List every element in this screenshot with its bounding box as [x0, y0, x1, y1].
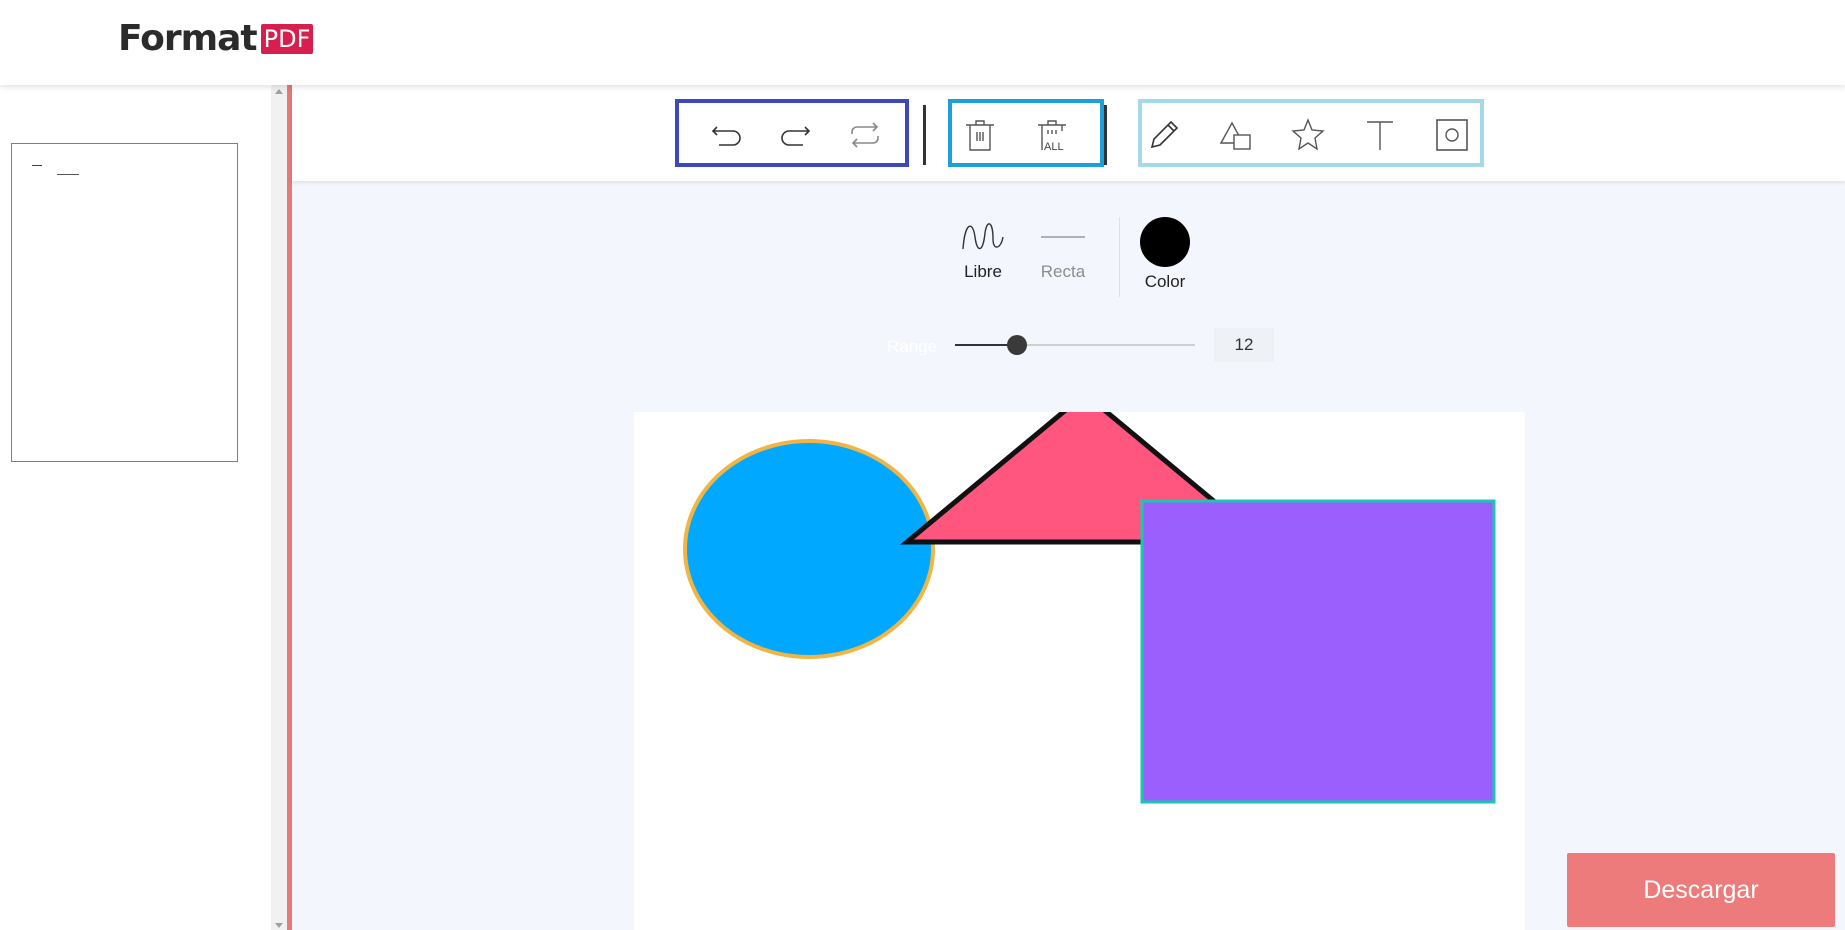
star-icon: [1291, 118, 1325, 151]
scroll-up-arrow-icon[interactable]: [275, 89, 283, 94]
undo-icon: [711, 126, 741, 146]
formatpdf-logo[interactable]: Format PDF: [118, 18, 314, 59]
color-label: Color: [1144, 272, 1186, 291]
thumbnail-text-line: [57, 174, 79, 175]
scroll-down-arrow-icon[interactable]: [275, 923, 283, 928]
svg-text:ALL: ALL: [1044, 141, 1064, 153]
freehand-wave-icon: [962, 223, 1004, 250]
color-swatch[interactable]: [1140, 217, 1190, 267]
repeat-icon: [851, 122, 879, 148]
range-slider[interactable]: [955, 335, 1195, 355]
redo-icon: [781, 126, 811, 146]
recta-label: Recta: [1040, 262, 1086, 281]
image-tool-button[interactable]: [1432, 115, 1472, 155]
editor-area: ALL Libre Recta Color Range 12: [292, 85, 1845, 930]
delete-button[interactable]: [960, 115, 1000, 155]
logo-badge: PDF: [260, 23, 314, 54]
recta-line-option[interactable]: Recta: [1028, 217, 1098, 282]
thumbnail-text-line: [32, 165, 42, 166]
range-label: Range: [887, 337, 938, 356]
pdf-page-canvas[interactable]: [634, 412, 1525, 930]
options-separator: [1119, 217, 1120, 297]
shapes-icon: [1219, 121, 1251, 150]
canvas-shapes: [683, 412, 1496, 804]
trash-all-icon: ALL: [1038, 120, 1066, 153]
download-button[interactable]: Descargar: [1567, 853, 1835, 927]
ellipse-shape[interactable]: [683, 439, 935, 659]
top-header: Format PDF: [0, 0, 1845, 85]
pencil-icon: [1150, 120, 1179, 149]
draw-tool-group: [1138, 99, 1484, 167]
redo-button[interactable]: [775, 115, 815, 155]
undo-button[interactable]: [707, 115, 747, 155]
page-thumbnails-sidebar: [0, 85, 271, 930]
circle-square-icon: [1436, 119, 1468, 151]
color-option[interactable]: Color: [1130, 217, 1200, 292]
delete-all-button[interactable]: ALL: [1032, 115, 1072, 155]
toolbar-separator: [1104, 105, 1107, 165]
delete-tool-group: ALL: [948, 99, 1104, 167]
repeat-button[interactable]: [845, 115, 885, 155]
toolbar-separator: [923, 105, 926, 165]
rectangle-shape[interactable]: [1140, 499, 1496, 804]
sidebar-scrollbar[interactable]: [271, 85, 287, 930]
range-value[interactable]: 12: [1214, 328, 1274, 362]
pencil-tool-button[interactable]: [1144, 115, 1184, 155]
star-tool-button[interactable]: [1288, 115, 1328, 155]
libre-line-option[interactable]: Libre: [948, 217, 1018, 282]
trash-icon: [966, 120, 994, 151]
text-icon: [1367, 121, 1393, 150]
straight-line-icon: [1041, 236, 1085, 238]
text-tool-button[interactable]: [1360, 115, 1400, 155]
history-tool-group: [675, 99, 909, 167]
editor-toolbar: ALL: [292, 85, 1845, 181]
logo-text: Format: [118, 18, 258, 59]
shapes-tool-button[interactable]: [1216, 115, 1256, 155]
range-slider-thumb[interactable]: [1007, 335, 1028, 355]
libre-label: Libre: [964, 262, 1002, 281]
page-thumbnail[interactable]: [11, 143, 238, 462]
